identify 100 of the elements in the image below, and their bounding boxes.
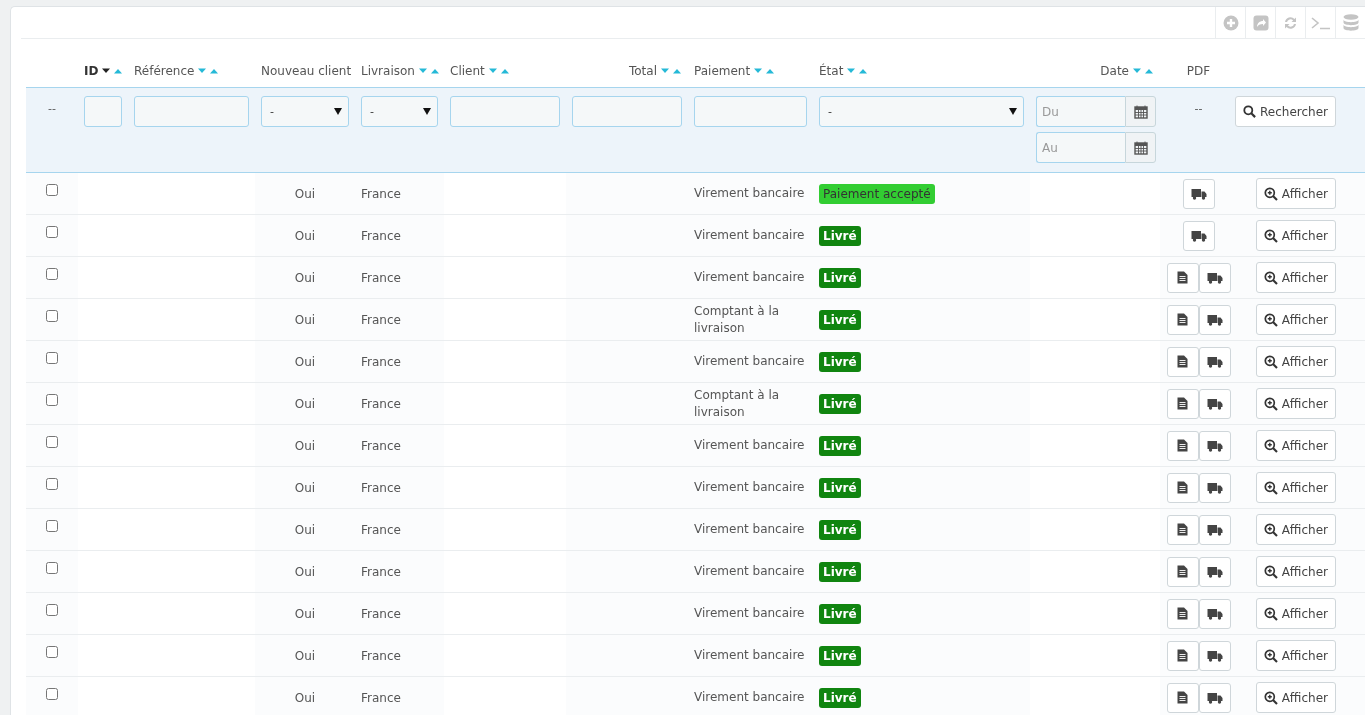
truck-icon [1206, 355, 1223, 368]
row-checkbox[interactable] [46, 183, 58, 196]
view-button[interactable]: Afficher [1255, 682, 1336, 713]
document-icon [1177, 397, 1188, 410]
document-icon [1177, 565, 1188, 578]
payment-filter-field[interactable] [694, 96, 807, 127]
column-header: Client [450, 64, 485, 78]
sort-arrows-icon[interactable] [101, 67, 124, 75]
row-checkbox[interactable] [46, 267, 58, 280]
invoice-button[interactable] [1166, 514, 1199, 545]
table-cell: France [361, 648, 401, 663]
view-button[interactable]: Afficher [1255, 388, 1336, 419]
zoom-in-icon [1263, 522, 1278, 537]
view-button[interactable]: Afficher [1255, 178, 1336, 209]
invoice-button[interactable] [1166, 556, 1199, 587]
row-checkbox[interactable] [46, 561, 58, 574]
database-icon [1342, 13, 1359, 32]
row-checkbox[interactable] [46, 519, 58, 532]
table-cell: France [361, 354, 401, 369]
calendar-button[interactable] [1125, 132, 1156, 163]
client-filter-field[interactable] [450, 96, 560, 127]
table-cell: Virement bancaire [694, 269, 805, 286]
table-cell: Oui [294, 564, 316, 579]
date-field[interactable]: Au [1036, 132, 1125, 163]
zoom-in-icon [1263, 396, 1278, 411]
column-header: Total [628, 64, 657, 78]
search-button[interactable]: Rechercher [1235, 96, 1336, 127]
view-button[interactable]: Afficher [1255, 514, 1336, 545]
invoice-button[interactable] [1166, 598, 1199, 629]
id-filter-field[interactable] [84, 96, 122, 127]
truck-icon [1206, 565, 1223, 578]
total-filter-field[interactable] [572, 96, 682, 127]
status-label: Livré [819, 225, 861, 246]
status-select[interactable]: - [819, 96, 1024, 127]
truck-icon [1206, 397, 1223, 410]
invoice-button[interactable] [1166, 304, 1199, 335]
row-checkbox[interactable] [46, 645, 58, 658]
delivery-select[interactable]: - [361, 96, 438, 127]
delivery-slip-button[interactable] [1198, 304, 1231, 335]
zoom-in-icon [1263, 438, 1278, 453]
invoice-button[interactable] [1166, 262, 1199, 293]
table-cell: France [361, 396, 401, 411]
new-client-select[interactable]: - [261, 96, 349, 127]
view-button[interactable]: Afficher [1255, 430, 1336, 461]
zoom-in-icon [1263, 228, 1278, 243]
view-button[interactable]: Afficher [1255, 304, 1336, 335]
table-cell: Oui [294, 606, 316, 621]
delivery-slip-button[interactable] [1198, 598, 1231, 629]
document-icon [1177, 439, 1188, 452]
invoice-button[interactable] [1166, 682, 1199, 713]
invoice-button[interactable] [1166, 472, 1199, 503]
delivery-slip-button[interactable] [1198, 346, 1231, 377]
delivery-slip-button[interactable] [1198, 430, 1231, 461]
invoice-button[interactable] [1166, 430, 1199, 461]
view-button[interactable]: Afficher [1255, 472, 1336, 503]
status-label: Livré [819, 393, 861, 414]
table-cell: Virement bancaire [694, 185, 805, 202]
view-button[interactable]: Afficher [1255, 220, 1336, 251]
caret-icon [423, 108, 431, 115]
status-label: Livré [819, 351, 861, 372]
truck-icon [1206, 481, 1223, 494]
row-checkbox[interactable] [46, 435, 58, 448]
truck-icon [1206, 439, 1223, 452]
zoom-in-icon [1263, 648, 1278, 663]
view-button[interactable]: Afficher [1255, 262, 1336, 293]
refresh-icon [1282, 14, 1299, 31]
row-checkbox[interactable] [46, 687, 58, 700]
reference-filter-field[interactable] [134, 96, 249, 127]
view-button[interactable]: Afficher [1255, 598, 1336, 629]
row-checkbox[interactable] [46, 351, 58, 364]
table-cell-text: Comptant à la livraison [694, 302, 781, 337]
invoice-button[interactable] [1166, 388, 1199, 419]
table-cell: France [361, 564, 401, 579]
delivery-slip-button[interactable] [1198, 556, 1231, 587]
delivery-slip-button[interactable] [1198, 472, 1231, 503]
view-button[interactable]: Afficher [1255, 556, 1336, 587]
delivery-slip-button[interactable] [1182, 220, 1215, 251]
table-cell: Virement bancaire [694, 647, 805, 664]
date-field[interactable]: Du [1036, 96, 1125, 127]
row-checkbox[interactable] [46, 477, 58, 490]
row-checkbox[interactable] [46, 309, 58, 322]
delivery-slip-button[interactable] [1198, 682, 1231, 713]
invoice-button[interactable] [1166, 640, 1199, 671]
document-icon [1177, 649, 1188, 662]
delivery-slip-button[interactable] [1198, 640, 1231, 671]
table-cell: France [361, 186, 401, 201]
calendar-button[interactable] [1125, 96, 1156, 127]
view-button[interactable]: Afficher [1255, 640, 1336, 671]
invoice-button[interactable] [1166, 346, 1199, 377]
table-cell: France [361, 522, 401, 537]
row-checkbox[interactable] [46, 225, 58, 238]
caret-icon [334, 108, 342, 115]
status-label: Livré [819, 561, 861, 582]
delivery-slip-button[interactable] [1182, 178, 1215, 209]
row-checkbox[interactable] [46, 393, 58, 406]
delivery-slip-button[interactable] [1198, 514, 1231, 545]
delivery-slip-button[interactable] [1198, 262, 1231, 293]
delivery-slip-button[interactable] [1198, 388, 1231, 419]
view-button[interactable]: Afficher [1255, 346, 1336, 377]
row-checkbox[interactable] [46, 603, 58, 616]
